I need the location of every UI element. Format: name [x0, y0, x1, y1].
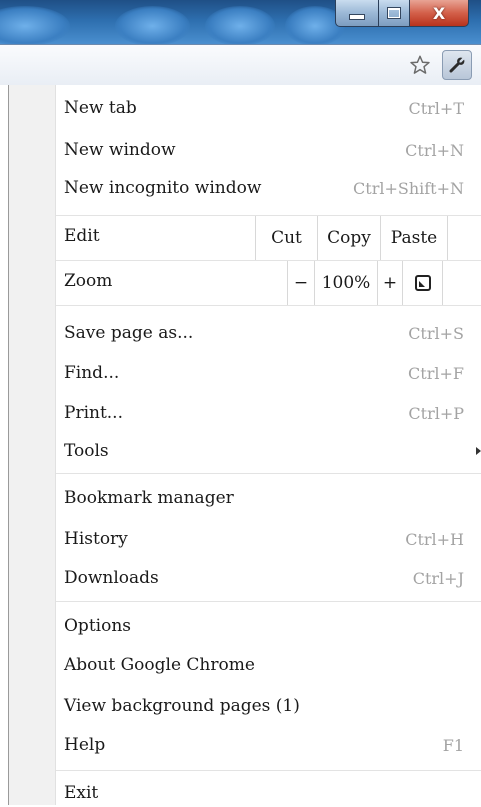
zoom-button-group: − 100% +: [287, 261, 443, 305]
zoom-label: Zoom: [64, 271, 113, 291]
menu-item-label: Print...: [64, 403, 123, 423]
menu-item-label: Bookmark manager: [64, 488, 234, 508]
bookmark-star-button[interactable]: [408, 53, 432, 77]
window-controls: X: [335, 0, 469, 27]
menu-row-zoom: Zoom − 100% +: [56, 261, 481, 305]
wrench-menu-button[interactable]: [442, 50, 472, 80]
menu-item-shortcut: Ctrl+N: [405, 140, 464, 160]
menu-item-exit[interactable]: Exit: [64, 779, 464, 807]
menu-item-label: About Google Chrome: [64, 655, 255, 675]
menu-separator: [56, 305, 481, 306]
menu-item-options[interactable]: Options: [64, 612, 464, 640]
background-decoration: [205, 6, 275, 44]
menu-item-shortcut: Ctrl+T: [408, 98, 464, 118]
menu-item-shortcut: Ctrl+H: [405, 529, 464, 549]
menu-item-shortcut: Ctrl+Shift+N: [353, 178, 464, 198]
menu-item-label: View background pages (1): [64, 696, 300, 716]
menu-item-label: Help: [64, 735, 106, 755]
menu-item-new-incognito-window[interactable]: New incognito window Ctrl+Shift+N: [64, 174, 464, 202]
menu-item-shortcut: F1: [442, 735, 464, 755]
menu-item-label: Exit: [64, 783, 99, 803]
menu-item-new-window[interactable]: New window Ctrl+N: [64, 136, 464, 164]
zoom-in-button[interactable]: +: [378, 261, 403, 305]
menu-item-print[interactable]: Print... Ctrl+P: [64, 399, 464, 427]
menu-item-shortcut: Ctrl+F: [408, 363, 464, 383]
menu-item-label: Options: [64, 616, 131, 636]
maximize-button[interactable]: [379, 0, 410, 27]
minimize-icon: [349, 14, 365, 20]
menu-item-shortcut: Ctrl+S: [408, 323, 464, 343]
menu-item-label: Save page as...: [64, 323, 194, 343]
edit-label: Edit: [64, 226, 100, 246]
menu-item-label: History: [64, 529, 128, 549]
bookmark-star-icon: [410, 55, 430, 74]
menu-item-label: Downloads: [64, 568, 159, 588]
menu-row-edit: Edit Cut Copy Paste: [56, 216, 481, 260]
menu-item-tools[interactable]: Tools: [64, 437, 481, 465]
edit-button-group: Cut Copy Paste: [255, 216, 448, 260]
cut-button[interactable]: Cut: [256, 216, 318, 260]
menu-item-help[interactable]: Help F1: [64, 731, 464, 759]
menu-item-about-google-chrome[interactable]: About Google Chrome: [64, 651, 464, 679]
close-button[interactable]: X: [410, 0, 469, 27]
menu-item-view-background-pages[interactable]: View background pages (1): [64, 692, 464, 720]
browser-toolbar: [0, 44, 481, 85]
menu-item-history[interactable]: History Ctrl+H: [64, 525, 464, 553]
menu-gutter: [9, 85, 56, 805]
menu-item-shortcut: Ctrl+J: [412, 568, 464, 588]
minimize-button[interactable]: [335, 0, 379, 27]
menu-item-shortcut: Ctrl+P: [408, 403, 464, 423]
chrome-wrench-menu: New tab Ctrl+T New window Ctrl+N New inc…: [8, 85, 481, 805]
fullscreen-button[interactable]: [403, 261, 443, 305]
paste-button[interactable]: Paste: [381, 216, 448, 260]
fullscreen-icon: [414, 275, 431, 291]
menu-item-label: New tab: [64, 98, 137, 118]
menu-separator: [56, 601, 481, 602]
maximize-icon: [387, 7, 401, 19]
background-decoration: [0, 6, 70, 44]
menu-item-label: New window: [64, 140, 176, 160]
close-icon: X: [432, 3, 446, 23]
zoom-out-button[interactable]: −: [288, 261, 315, 305]
menu-separator: [56, 770, 481, 771]
wrench-icon: [449, 57, 465, 73]
background-decoration: [115, 6, 190, 44]
menu-separator: [56, 473, 481, 474]
menu-item-bookmark-manager[interactable]: Bookmark manager: [64, 484, 464, 512]
submenu-arrow-icon: [476, 447, 481, 455]
copy-button[interactable]: Copy: [318, 216, 381, 260]
menu-item-label: New incognito window: [64, 178, 262, 198]
zoom-level: 100%: [315, 261, 378, 305]
window-titlebar: X: [0, 0, 481, 44]
menu-item-find[interactable]: Find... Ctrl+F: [64, 359, 464, 387]
menu-item-label: Find...: [64, 363, 120, 383]
menu-item-new-tab[interactable]: New tab Ctrl+T: [64, 94, 464, 122]
menu-item-save-page-as[interactable]: Save page as... Ctrl+S: [64, 319, 464, 347]
menu-item-label: Tools: [64, 441, 109, 461]
menu-item-downloads[interactable]: Downloads Ctrl+J: [64, 564, 464, 592]
